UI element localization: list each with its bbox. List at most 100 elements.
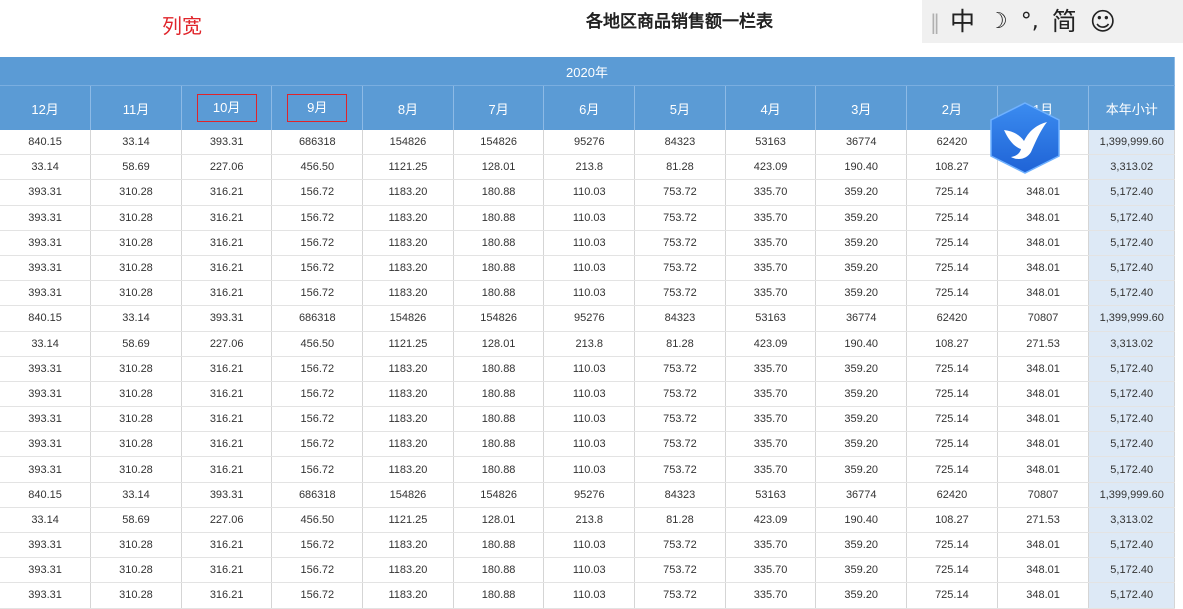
table-cell[interactable]: 310.28 [90,205,182,231]
table-cell[interactable]: 393.31 [0,179,92,206]
table-cell[interactable]: 725.14 [906,230,998,256]
table-cell[interactable]: 213.8 [543,331,636,357]
table-cell[interactable]: 33.14 [0,154,92,181]
table-cell[interactable]: 95276 [543,305,636,332]
table-cell[interactable]: 335.70 [725,406,817,433]
table-cell[interactable]: 316.21 [181,255,273,282]
table-cell[interactable]: 335.70 [725,532,817,559]
table-cell[interactable]: 393.31 [181,482,273,508]
column-header[interactable]: 11月 [90,85,182,130]
table-cell[interactable]: 81.28 [634,507,726,534]
table-cell[interactable]: 58.69 [90,331,182,357]
table-cell[interactable]: 110.03 [543,230,636,256]
table-cell[interactable]: 53163 [725,482,817,508]
table-cell[interactable]: 70807 [997,305,1090,332]
table-cell[interactable]: 725.14 [906,381,998,408]
ime-drag-handle[interactable]: ‖ [930,10,940,34]
table-cell[interactable]: 359.20 [815,179,908,206]
table-cell[interactable]: 348.01 [997,230,1090,256]
table-cell[interactable]: 227.06 [181,507,273,534]
table-cell[interactable]: 110.03 [543,456,636,483]
table-cell[interactable]: 1121.25 [362,331,454,357]
table-cell[interactable]: 348.01 [997,431,1090,458]
table-cell[interactable]: 110.03 [543,356,636,382]
table-cell[interactable]: 316.21 [181,179,273,206]
table-cell[interactable]: 335.70 [725,230,817,256]
table-cell[interactable]: 393.31 [0,406,92,433]
table-cell[interactable]: 348.01 [997,179,1090,206]
table-cell[interactable]: 359.20 [815,230,908,256]
table-cell[interactable]: 753.72 [634,356,726,382]
table-cell[interactable]: 156.72 [271,255,364,282]
table-cell[interactable]: 180.88 [453,381,545,408]
table-cell[interactable]: 753.72 [634,230,726,256]
table-cell[interactable]: 753.72 [634,280,726,307]
table-cell[interactable]: 53163 [725,130,817,156]
table-cell[interactable]: 725.14 [906,205,998,231]
subtotal-cell[interactable]: 5,172.40 [1088,255,1175,282]
table-cell[interactable]: 227.06 [181,154,273,181]
table-cell[interactable]: 156.72 [271,582,364,609]
table-cell[interactable]: 1183.20 [362,205,454,231]
table-cell[interactable]: 348.01 [997,381,1090,408]
table-cell[interactable]: 393.31 [181,305,273,332]
table-cell[interactable]: 62420 [906,130,998,156]
table-cell[interactable]: 456.50 [271,507,364,534]
table-cell[interactable]: 110.03 [543,431,636,458]
table-cell[interactable]: 108.27 [906,507,998,534]
table-cell[interactable]: 753.72 [634,582,726,609]
table-cell[interactable]: 70807 [997,482,1090,508]
table-cell[interactable]: 840.15 [0,305,92,332]
table-cell[interactable]: 128.01 [453,154,545,181]
table-cell[interactable]: 316.21 [181,456,273,483]
table-cell[interactable]: 456.50 [271,154,364,181]
table-cell[interactable]: 310.28 [90,456,182,483]
table-cell[interactable]: 36774 [815,305,908,332]
subtotal-cell[interactable]: 5,172.40 [1088,179,1175,206]
table-cell[interactable]: 58.69 [90,507,182,534]
table-cell[interactable]: 393.31 [0,532,92,559]
table-cell[interactable]: 310.28 [90,431,182,458]
table-cell[interactable]: 725.14 [906,582,998,609]
table-cell[interactable]: 725.14 [906,532,998,559]
table-cell[interactable]: 1183.20 [362,406,454,433]
table-cell[interactable]: 1183.20 [362,280,454,307]
table-cell[interactable]: 190.40 [815,507,908,534]
column-header[interactable]: 5月 [634,85,726,130]
table-cell[interactable]: 84323 [634,482,726,508]
table-cell[interactable]: 725.14 [906,255,998,282]
table-cell[interactable]: 348.01 [997,532,1090,559]
subtotal-cell[interactable]: 5,172.40 [1088,406,1175,433]
subtotal-cell[interactable]: 1,399,999.60 [1088,305,1175,332]
table-cell[interactable]: 310.28 [90,557,182,584]
table-cell[interactable]: 110.03 [543,179,636,206]
table-cell[interactable]: 62420 [906,305,998,332]
table-cell[interactable]: 359.20 [815,255,908,282]
table-cell[interactable]: 110.03 [543,406,636,433]
table-cell[interactable]: 335.70 [725,582,817,609]
table-cell[interactable]: 180.88 [453,532,545,559]
table-cell[interactable]: 316.21 [181,406,273,433]
bird-app-icon[interactable] [987,101,1063,175]
table-cell[interactable]: 156.72 [271,280,364,307]
table-cell[interactable]: 1183.20 [362,431,454,458]
table-cell[interactable]: 335.70 [725,280,817,307]
table-cell[interactable]: 335.70 [725,356,817,382]
table-cell[interactable]: 725.14 [906,557,998,584]
table-cell[interactable]: 33.14 [0,507,92,534]
table-cell[interactable]: 36774 [815,130,908,156]
table-cell[interactable]: 110.03 [543,205,636,231]
table-cell[interactable]: 180.88 [453,230,545,256]
table-cell[interactable]: 156.72 [271,230,364,256]
table-cell[interactable]: 33.14 [90,130,182,156]
table-cell[interactable]: 154826 [453,305,545,332]
ime-emoji-icon[interactable]: ☺ [1090,9,1116,34]
subtotal-cell[interactable]: 5,172.40 [1088,557,1175,584]
subtotal-cell[interactable]: 5,172.40 [1088,230,1175,256]
table-cell[interactable]: 423.09 [725,331,817,357]
table-cell[interactable]: 84323 [634,130,726,156]
table-cell[interactable]: 335.70 [725,381,817,408]
table-cell[interactable]: 725.14 [906,356,998,382]
table-cell[interactable]: 1183.20 [362,255,454,282]
table-cell[interactable]: 156.72 [271,431,364,458]
